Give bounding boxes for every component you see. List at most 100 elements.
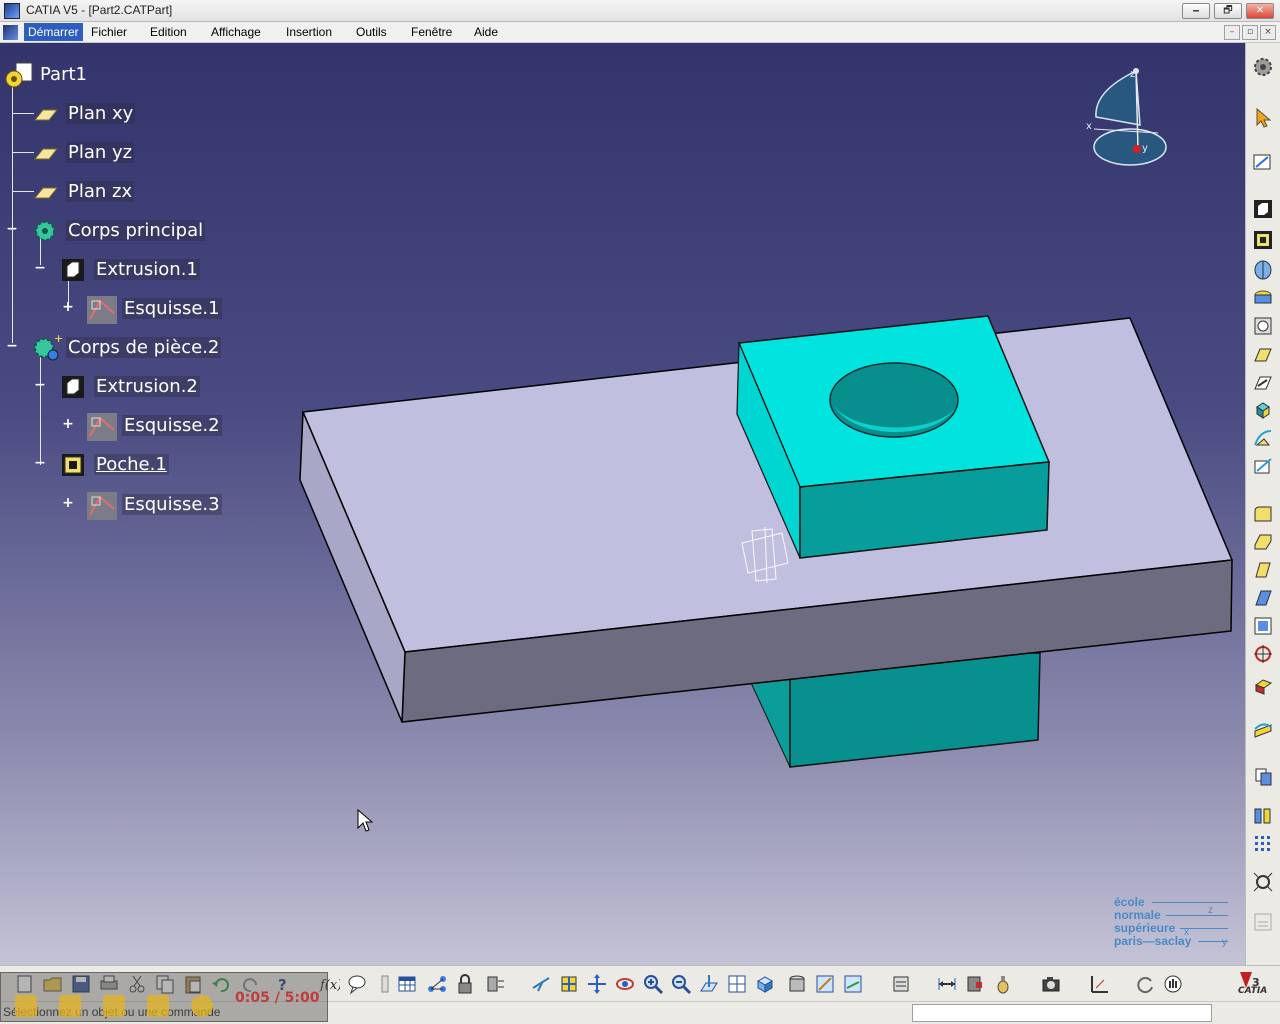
tree-node-esquisse-3[interactable]: + Esquisse.3 (0, 491, 222, 520)
compass-widget[interactable]: z x y (1080, 63, 1180, 173)
axis-system-icon[interactable] (1088, 973, 1110, 995)
tree-node-corps-de-piece-2[interactable]: − + Corps de pièce.2 (0, 334, 230, 362)
select-arrow-icon[interactable] (1252, 106, 1274, 128)
groove-icon[interactable] (1252, 287, 1274, 309)
menu-edition[interactable]: Edition (150, 25, 187, 39)
normal-view-icon[interactable] (698, 973, 720, 995)
tree-node-plan-xy[interactable]: Plan xy (0, 100, 200, 128)
collapse-toggle[interactable]: − (6, 339, 18, 353)
zoom-out-icon[interactable] (670, 973, 692, 995)
recorder-cancel-button[interactable] (191, 995, 213, 1017)
pad-icon[interactable] (1252, 198, 1274, 220)
mdi-restore-button[interactable]: ▫ (1242, 25, 1258, 40)
split-icon[interactable] (1252, 719, 1274, 741)
recorder-stop-button[interactable] (15, 995, 37, 1017)
mdi-minimize-button[interactable]: – (1224, 25, 1240, 40)
measure-icon[interactable] (1252, 871, 1274, 893)
rib-icon[interactable] (1252, 343, 1274, 365)
table-icon[interactable] (396, 973, 418, 995)
stiffener-icon[interactable] (1252, 399, 1274, 421)
translation-icon[interactable] (1252, 675, 1274, 697)
menu-outils[interactable]: Outils (356, 25, 387, 39)
tree-node-extrusion-1[interactable]: − Extrusion.1 (0, 256, 220, 284)
knowledge-icon[interactable] (374, 973, 396, 995)
thread-icon[interactable] (1252, 643, 1274, 665)
command-input[interactable] (912, 1004, 1212, 1022)
draft-icon[interactable] (1252, 559, 1274, 581)
menu-insertion[interactable]: Insertion (286, 25, 332, 39)
sketcher-icon[interactable] (1252, 151, 1274, 173)
expand-toggle[interactable]: + (62, 417, 74, 431)
rotate-icon[interactable] (614, 973, 636, 995)
catia-app-icon[interactable] (4, 3, 20, 19)
tree-label-esquisse-1: Esquisse.1 (122, 298, 222, 319)
fly-mode-icon[interactable] (530, 973, 552, 995)
hole-icon[interactable] (1252, 315, 1274, 337)
boolean-operations-icon[interactable] (1252, 765, 1274, 787)
update-icon[interactable] (484, 973, 506, 995)
minimize-button[interactable]: 🗕 (1182, 3, 1210, 19)
tree-node-extrusion-2[interactable]: − Extrusion.2 (0, 373, 220, 401)
lock-icon[interactable] (454, 973, 476, 995)
refresh-icon[interactable] (1134, 973, 1156, 995)
catalog-icon[interactable] (890, 973, 912, 995)
menu-demarrer[interactable]: Démarrer (24, 23, 83, 41)
recorder-undo-button[interactable] (147, 995, 169, 1017)
title-bar: CATIA V5 - [Part2.CATPart] 🗕 🗗 ✕ (0, 0, 1280, 22)
chamfer-icon[interactable] (1252, 531, 1274, 553)
tree-node-plan-zx[interactable]: Plan zx (0, 178, 200, 206)
tree-node-corps-principal[interactable]: − Corps principal (0, 217, 220, 245)
measure-between-icon[interactable] (936, 973, 958, 995)
measure-inertia-icon[interactable] (992, 973, 1014, 995)
multi-section-solid-icon[interactable] (1252, 427, 1274, 449)
catia-logo-text: CATIA (1238, 986, 1268, 996)
tree-node-root[interactable]: Part1 (0, 61, 200, 89)
pan-icon[interactable] (586, 973, 608, 995)
edge-fillet-icon[interactable] (1252, 503, 1274, 525)
collapse-toggle[interactable]: − (34, 378, 46, 392)
comment-icon[interactable] (346, 973, 368, 995)
grid-pattern-icon[interactable] (1252, 833, 1274, 855)
3d-viewport[interactable]: Part1 Plan xy Plan yz Plan zx − Corps pr… (0, 43, 1245, 965)
menu-fenetre[interactable]: Fenêtre (411, 25, 452, 39)
menu-affichage[interactable]: Affichage (211, 25, 261, 39)
shaft-icon[interactable] (1252, 259, 1274, 281)
annotation-icon[interactable] (1252, 911, 1274, 933)
fit-all-icon[interactable] (558, 973, 580, 995)
gear-icon[interactable] (1252, 56, 1274, 78)
restore-button[interactable]: 🗗 (1214, 3, 1242, 19)
collapse-toggle[interactable]: − (34, 261, 46, 275)
swap-visible-space-icon[interactable] (842, 973, 864, 995)
collapse-toggle[interactable]: − (6, 222, 18, 236)
zoom-in-icon[interactable] (642, 973, 664, 995)
mdi-close-button[interactable]: × (1260, 25, 1276, 40)
tree-node-esquisse-2[interactable]: + Esquisse.2 (0, 412, 222, 441)
expand-toggle[interactable]: + (62, 300, 74, 314)
camera-icon[interactable] (1040, 973, 1062, 995)
expand-toggle[interactable]: + (62, 496, 74, 510)
iso-view-icon[interactable] (754, 973, 776, 995)
document-icon[interactable] (3, 25, 18, 40)
menu-aide[interactable]: Aide (474, 25, 498, 39)
measure-item-icon[interactable] (964, 973, 986, 995)
shell-icon[interactable] (1252, 587, 1274, 609)
removed-multi-section-icon[interactable] (1252, 455, 1274, 477)
slot-icon[interactable] (1252, 371, 1274, 393)
tree-node-plan-yz[interactable]: Plan yz (0, 139, 200, 167)
pocket-icon[interactable] (1252, 229, 1274, 251)
rectangular-pattern-icon[interactable] (1252, 805, 1274, 827)
tree-node-poche-1[interactable]: − Poche.1 (0, 451, 220, 479)
collapse-toggle[interactable]: − (34, 456, 46, 470)
thickness-icon[interactable] (1252, 615, 1274, 637)
hand-icon[interactable] (1162, 973, 1184, 995)
multi-view-icon[interactable] (726, 973, 748, 995)
menu-fichier[interactable]: Fichier (91, 25, 127, 39)
close-button[interactable]: ✕ (1246, 3, 1274, 19)
hide-show-icon[interactable] (814, 973, 836, 995)
recorder-mic-button[interactable] (103, 995, 125, 1017)
tree-label-esquisse-2: Esquisse.2 (122, 415, 222, 436)
recorder-pause-button[interactable] (59, 995, 81, 1017)
shading-icon[interactable] (786, 973, 808, 995)
graph-tree-icon[interactable] (426, 973, 448, 995)
tree-node-esquisse-1[interactable]: + Esquisse.1 (0, 295, 222, 324)
